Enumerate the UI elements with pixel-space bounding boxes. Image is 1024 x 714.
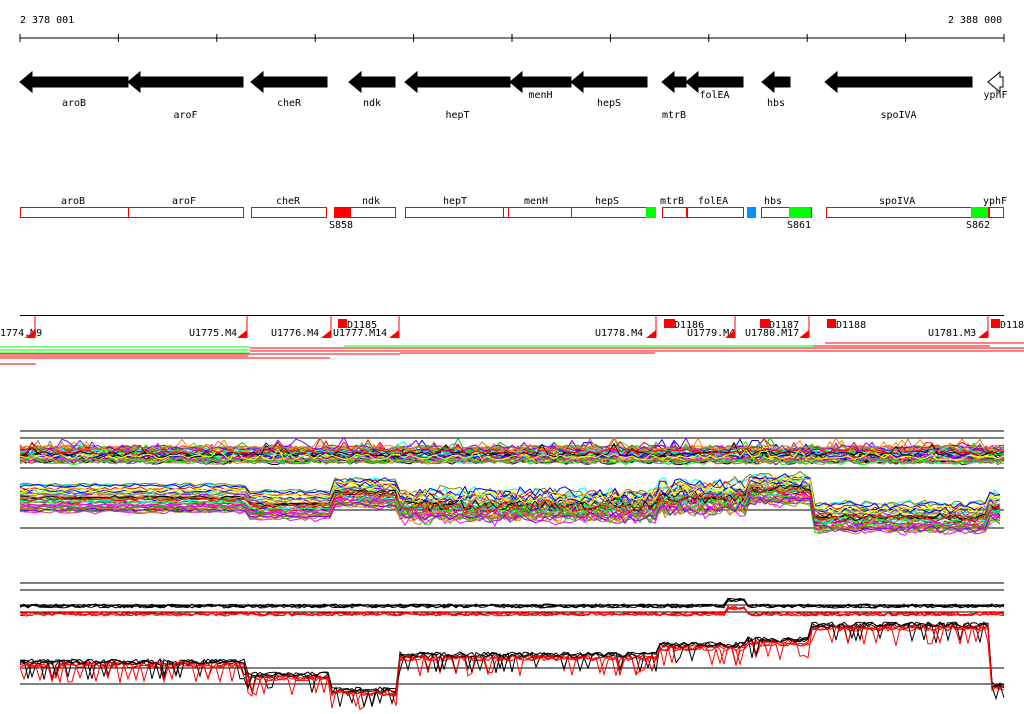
segment-label-U1774: U1774.M9 <box>0 328 42 339</box>
feature-box <box>826 207 989 218</box>
segment-end-marker <box>389 330 399 338</box>
segment-start-marker <box>827 319 836 328</box>
gene-label-mtrB: mtrB <box>662 110 686 121</box>
segments-track: U1774.M9 U1775.M4 U1776.M4 U1777.M14 U17… <box>0 315 1024 365</box>
genome-tracks[interactable]: 2 378 001 2 388 000 aroB aroF cheR ndk hepT m… <box>0 0 1024 714</box>
feature-label-spoIVA: spoIVA <box>879 196 915 207</box>
expression-profiles-panel-1 <box>19 430 1005 536</box>
gene-label-menH: menH <box>528 90 552 101</box>
gene-arrow-hepS <box>570 70 648 94</box>
gene-label-hbs: hbs <box>767 98 785 109</box>
segment-label-D1189: D1189 <box>1000 320 1024 331</box>
segment-start-marker <box>760 319 770 328</box>
feature-marker <box>747 207 756 218</box>
feature-box <box>20 207 129 218</box>
segment-label-U1775: U1775.M4 <box>189 328 237 339</box>
segment-label-D1187: D1187 <box>769 320 799 331</box>
feature-box <box>405 207 504 218</box>
marker-label-S858: S858 <box>329 220 353 231</box>
feature-box <box>571 207 648 218</box>
marker-label-S861: S861 <box>787 220 811 231</box>
segment-end-marker <box>799 330 809 338</box>
segment-end-marker <box>646 330 656 338</box>
gene-arrow-ndk <box>348 70 396 94</box>
gene-arrow-yphF <box>987 70 1004 94</box>
feature-label-folEA: folEA <box>698 196 728 207</box>
gene-arrow-hbs <box>761 70 791 94</box>
segment-start-marker <box>664 319 675 328</box>
segment-label-U1781: U1781.M3 <box>928 328 976 339</box>
gene-arrow-cheR <box>250 70 328 94</box>
segment-end-marker <box>978 330 988 338</box>
segment-end-marker <box>237 330 247 338</box>
feature-marker <box>789 207 811 218</box>
gene-label-cheR: cheR <box>277 98 302 109</box>
gene-arrow-mtrB <box>661 70 687 94</box>
feature-label-hbs: hbs <box>764 196 782 207</box>
gene-label-hepS: hepS <box>597 98 621 109</box>
ruler-start-label: 2 378 001 <box>20 15 74 26</box>
feature-label-ndk: ndk <box>362 196 380 207</box>
gene-label-folEA: folEA <box>699 90 729 101</box>
gene-arrow-aroB <box>19 70 129 94</box>
gene-label-aroF: aroF <box>173 110 197 121</box>
gene-label-spoIVA: spoIVA <box>880 110 916 121</box>
gene-features-track: aroB aroF cheR ndk hepT menH hepS mtrB f… <box>20 196 1007 231</box>
feature-marker <box>334 207 351 218</box>
segment-start-marker <box>338 319 347 328</box>
expression-profiles-panel-2 <box>19 582 1005 711</box>
feature-box <box>128 207 244 218</box>
genome-browser-view: 2 378 001 2 388 000 aroB aroF cheR ndk hepT m… <box>0 0 1024 714</box>
feature-label-aroB: aroB <box>61 196 85 207</box>
feature-label-hepT: hepT <box>443 196 467 207</box>
segment-label-D1188: D1188 <box>836 320 866 331</box>
segment-label-D1186: D1186 <box>674 320 704 331</box>
feature-box <box>503 207 509 218</box>
segment-label-U1776: U1776.M4 <box>271 328 319 339</box>
segment-label-U1778: U1778.M4 <box>595 328 643 339</box>
feature-label-aroF: aroF <box>172 196 196 207</box>
gene-label-aroB: aroB <box>62 98 86 109</box>
feature-box <box>251 207 327 218</box>
feature-box <box>687 207 744 218</box>
gene-arrow-spoIVA <box>824 70 973 94</box>
gene-arrow-aroF <box>127 70 244 94</box>
position-ruler <box>19 34 1005 42</box>
gene-label-hepT: hepT <box>445 110 469 121</box>
feature-label-mtrB: mtrB <box>660 196 684 207</box>
feature-label-yphF: yphF <box>983 196 1007 207</box>
marker-label-S862: S862 <box>966 220 990 231</box>
feature-label-menH: menH <box>524 196 548 207</box>
feature-box <box>989 207 1004 218</box>
feature-box <box>508 207 572 218</box>
feature-marker <box>971 207 988 218</box>
gene-label-yphF: yphF <box>983 90 1007 101</box>
gene-arrow-menH <box>509 70 572 94</box>
feature-label-cheR: cheR <box>276 196 301 207</box>
segment-label-D1185: D1185 <box>347 320 377 331</box>
profile-line <box>19 621 1005 708</box>
feature-marker <box>646 207 656 218</box>
segment-start-marker <box>991 319 1000 328</box>
gene-arrows-track: aroB aroF cheR ndk hepT menH hepS mtrB folEA hbs s… <box>19 70 1008 121</box>
feature-label-hepS: hepS <box>595 196 619 207</box>
gene-arrow-hepT <box>404 70 511 94</box>
ruler-end-label: 2 388 000 <box>948 15 1002 26</box>
gene-label-ndk: ndk <box>363 98 381 109</box>
segment-end-marker <box>321 330 331 338</box>
feature-box <box>662 207 687 218</box>
gene-arrow-folEA <box>685 70 744 94</box>
